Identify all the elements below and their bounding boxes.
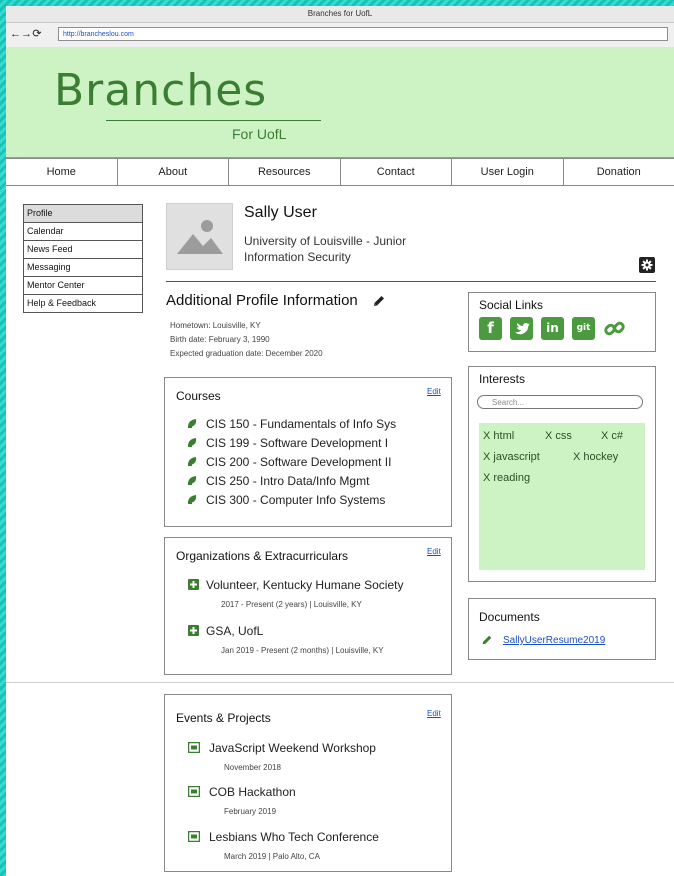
logo-underline — [106, 120, 321, 121]
forward-arrow-icon[interactable]: → — [21, 28, 32, 40]
linkedin-icon[interactable]: in — [541, 317, 564, 340]
sidebar-item-mentor-center[interactable]: Mentor Center — [24, 277, 142, 295]
leaf-icon — [188, 457, 197, 466]
organization-name: GSA, UofL — [206, 624, 264, 638]
interests-panel: Interests Search... X html X css X c# X … — [468, 366, 656, 582]
address-bar: ←→⟳ http://brancheslou.com — [6, 23, 674, 48]
interest-tags-area: X html X css X c# X javascript X hockey … — [479, 423, 645, 570]
edit-pencil-icon[interactable] — [481, 634, 493, 646]
back-arrow-icon[interactable]: ← — [10, 28, 21, 40]
event-name: COB Hackathon — [209, 785, 296, 799]
organization-detail: Jan 2019 - Present (2 months) | Louisvil… — [221, 646, 384, 655]
nav-user-login[interactable]: User Login — [452, 159, 564, 185]
avatar[interactable] — [166, 203, 233, 270]
section-divider — [6, 682, 674, 683]
interest-tag-javascript[interactable]: X javascript — [483, 451, 540, 463]
resume-document-link[interactable]: SallyUserResume2019 — [503, 635, 605, 646]
event-detail: March 2019 | Palo Alto, CA — [224, 852, 320, 861]
organizations-title: Organizations & Extracurriculars — [176, 549, 349, 563]
organizations-edit-link[interactable]: Edit — [427, 547, 441, 556]
event-detail: November 2018 — [224, 763, 281, 772]
sidebar-item-help-feedback[interactable]: Help & Feedback — [24, 295, 142, 312]
courses-title: Courses — [176, 389, 221, 403]
graduation-value: December 2020 — [265, 349, 323, 358]
events-panel: Events & Projects Edit JavaScript Weeken… — [164, 694, 452, 872]
interests-title: Interests — [479, 372, 526, 386]
sidebar-item-profile[interactable]: Profile — [24, 205, 142, 223]
nav-resources[interactable]: Resources — [229, 159, 341, 185]
main-nav: Home About Resources Contact User Login … — [6, 158, 674, 186]
profile-name: Sally User — [244, 204, 317, 221]
leaf-icon — [188, 438, 197, 447]
link-icon[interactable] — [603, 317, 626, 340]
course-name: CIS 150 - Fundamentals of Info Sys — [206, 417, 397, 431]
settings-gear-icon[interactable] — [639, 257, 655, 273]
profile-university: University of Louisville - Junior — [244, 234, 407, 248]
birth-date-label: Birth date: — [170, 335, 207, 344]
birth-date-row: Birth date: February 3, 1990 — [170, 335, 270, 344]
browser-window: Branches for UofL ←→⟳ http://brancheslou… — [6, 6, 674, 876]
course-name: CIS 250 - Intro Data/Info Mgmt — [206, 474, 370, 488]
social-links-title: Social Links — [479, 298, 544, 312]
sidebar-item-messaging[interactable]: Messaging — [24, 259, 142, 277]
course-name: CIS 200 - Software Development II — [206, 455, 392, 469]
nav-about[interactable]: About — [118, 159, 229, 185]
documents-panel: Documents SallyUserResume2019 — [468, 598, 656, 660]
organizations-panel: Organizations & Extracurriculars Edit Vo… — [164, 537, 452, 675]
events-title: Events & Projects — [176, 711, 271, 725]
profile-sidebar: Profile Calendar News Feed Messaging Men… — [23, 204, 143, 313]
window-title: Branches for UofL — [6, 6, 674, 23]
course-name: CIS 199 - Software Development I — [206, 436, 389, 450]
interest-tag-reading[interactable]: X reading — [483, 472, 530, 484]
organization-name: Volunteer, Kentucky Humane Society — [206, 578, 404, 592]
calendar-event-icon — [188, 786, 200, 797]
bookmark-plus-icon — [188, 579, 199, 590]
site-logo-text: Branches — [54, 65, 268, 116]
site-subtitle: For UofL — [232, 126, 287, 142]
sidebar-item-news-feed[interactable]: News Feed — [24, 241, 142, 259]
hometown-row: Hometown: Louisville, KY — [170, 321, 261, 330]
leaf-icon — [188, 495, 197, 504]
interest-tag-css[interactable]: X css — [545, 430, 572, 442]
refresh-icon[interactable]: ⟳ — [32, 27, 43, 40]
site-banner: Branches For UofL — [6, 47, 674, 158]
events-edit-link[interactable]: Edit — [427, 709, 441, 718]
twitter-icon[interactable] — [510, 317, 533, 340]
profile-divider — [166, 281, 656, 282]
social-links-panel: Social Links f in git — [468, 292, 656, 352]
additional-info-title: Additional Profile Information — [166, 292, 358, 309]
bookmark-plus-icon — [188, 625, 199, 636]
birth-date-value: February 3, 1990 — [208, 335, 270, 344]
nav-home[interactable]: Home — [6, 159, 118, 185]
hometown-label: Hometown: — [170, 321, 211, 330]
hometown-value: Louisville, KY — [212, 321, 261, 330]
interest-tag-html[interactable]: X html — [483, 430, 514, 442]
documents-title: Documents — [479, 610, 540, 624]
nav-donation[interactable]: Donation — [564, 159, 674, 185]
organization-detail: 2017 - Present (2 years) | Louisville, K… — [221, 600, 362, 609]
calendar-event-icon — [188, 831, 200, 842]
leaf-icon — [188, 476, 197, 485]
image-placeholder-icon — [177, 220, 223, 254]
graduation-label: Expected graduation date: — [170, 349, 264, 358]
courses-panel: Courses Edit CIS 150 - Fundamentals of I… — [164, 377, 452, 527]
course-name: CIS 300 - Computer Info Systems — [206, 493, 386, 507]
interests-search-input[interactable]: Search... — [477, 395, 643, 409]
leaf-icon — [188, 419, 197, 428]
git-icon[interactable]: git — [572, 317, 595, 340]
event-detail: February 2019 — [224, 807, 277, 816]
interest-tag-csharp[interactable]: X c# — [601, 430, 623, 442]
calendar-event-icon — [188, 742, 200, 753]
graduation-row: Expected graduation date: December 2020 — [170, 349, 323, 358]
event-name: JavaScript Weekend Workshop — [209, 741, 376, 755]
profile-major: Information Security — [244, 250, 351, 264]
facebook-icon[interactable]: f — [479, 317, 502, 340]
edit-pencil-icon[interactable] — [372, 294, 386, 308]
url-field[interactable]: http://brancheslou.com — [58, 27, 668, 41]
interest-tag-hockey[interactable]: X hockey — [573, 451, 618, 463]
nav-contact[interactable]: Contact — [341, 159, 452, 185]
event-name: Lesbians Who Tech Conference — [209, 830, 379, 844]
courses-edit-link[interactable]: Edit — [427, 387, 441, 396]
sidebar-item-calendar[interactable]: Calendar — [24, 223, 142, 241]
